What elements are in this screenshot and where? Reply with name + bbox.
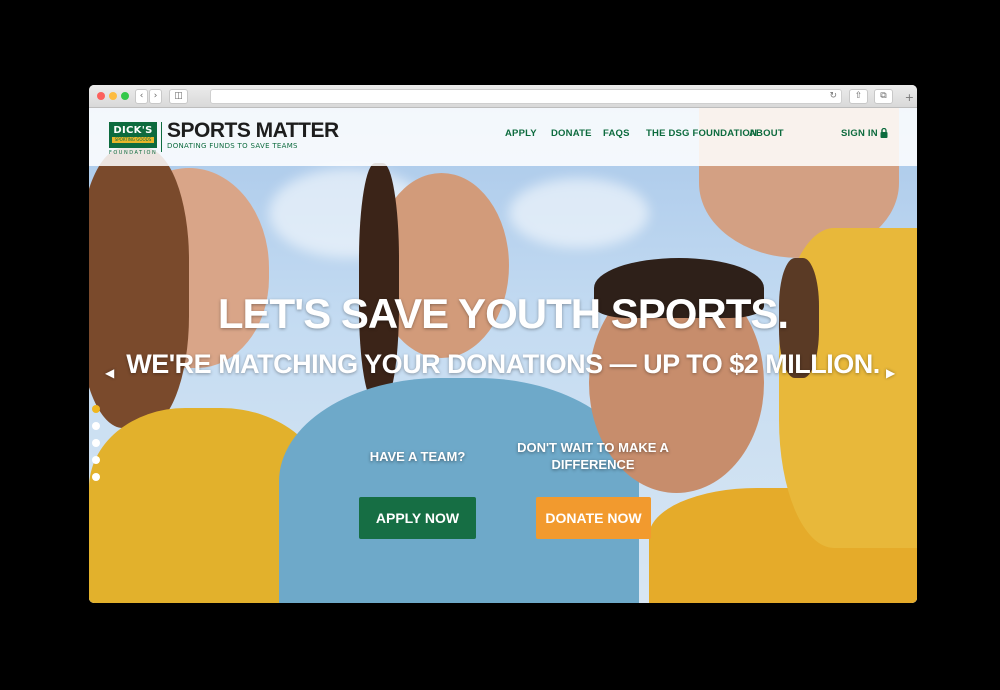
carousel-dot[interactable] bbox=[92, 439, 100, 447]
donate-now-button[interactable]: DONATE NOW bbox=[536, 497, 651, 539]
nav-dsg-foundation[interactable]: THE DSG FOUNDATION bbox=[646, 128, 757, 139]
address-bar[interactable]: ↻ bbox=[210, 89, 842, 104]
forward-icon[interactable]: › bbox=[149, 89, 162, 104]
brand-title[interactable]: SPORTS MATTER bbox=[167, 119, 339, 143]
browser-window: ‹ › ◫ ↻ ⇧ ⧉ + DICK'S SPORTING GOODS FOUN… bbox=[89, 85, 917, 603]
nav-faqs[interactable]: FAQS bbox=[603, 128, 630, 139]
logo-main-text: DICK'S bbox=[113, 125, 153, 136]
carousel-dot[interactable] bbox=[92, 456, 100, 464]
team-label: HAVE A TEAM? bbox=[369, 449, 466, 464]
hero-headline: LET'S SAVE YOUTH SPORTS. bbox=[217, 290, 789, 337]
lock-icon[interactable] bbox=[880, 128, 888, 138]
brand-tagline: DONATING FUNDS TO SAVE TEAMS bbox=[167, 142, 298, 150]
nav-sign-in[interactable]: SIGN IN | bbox=[841, 128, 883, 139]
logo-foundation-text: FOUNDATION bbox=[109, 150, 158, 156]
nav-apply[interactable]: APPLY bbox=[505, 128, 537, 139]
reload-icon[interactable]: ↻ bbox=[829, 90, 837, 103]
dicks-logo[interactable]: DICK'S SPORTING GOODS bbox=[109, 122, 157, 148]
sidebar-icon[interactable]: ◫ bbox=[169, 89, 188, 104]
site-header: DICK'S SPORTING GOODS FOUNDATION SPORTS … bbox=[89, 108, 917, 166]
new-tab-icon[interactable]: + bbox=[905, 91, 914, 104]
back-icon[interactable]: ‹ bbox=[135, 89, 148, 104]
web-page: DICK'S SPORTING GOODS FOUNDATION SPORTS … bbox=[89, 108, 917, 603]
tabs-icon[interactable]: ⧉ bbox=[874, 89, 893, 104]
carousel-dot[interactable] bbox=[92, 473, 100, 481]
logo-sub-text: SPORTING GOODS bbox=[112, 137, 154, 143]
donate-label: DON'T WAIT TO MAKE A DIFFERENCE bbox=[517, 440, 669, 472]
close-window-button[interactable] bbox=[97, 92, 105, 100]
carousel-next-icon[interactable]: ▶ bbox=[886, 366, 895, 380]
nav-about[interactable]: ABOUT bbox=[749, 128, 784, 139]
carousel-dots bbox=[92, 405, 100, 490]
apply-now-button[interactable]: APPLY NOW bbox=[359, 497, 476, 539]
minimize-window-button[interactable] bbox=[109, 92, 117, 100]
hero-subheadline: WE'RE MATCHING YOUR DONATIONS — UP TO $2… bbox=[126, 349, 880, 379]
carousel-dot[interactable] bbox=[92, 422, 100, 430]
carousel-dot[interactable] bbox=[92, 405, 100, 413]
browser-toolbar: ‹ › ◫ ↻ ⇧ ⧉ + bbox=[89, 85, 917, 108]
nav-donate[interactable]: DONATE bbox=[551, 128, 592, 139]
zoom-window-button[interactable] bbox=[121, 92, 129, 100]
carousel-prev-icon[interactable]: ◀ bbox=[105, 366, 114, 380]
share-icon[interactable]: ⇧ bbox=[849, 89, 868, 104]
logo-divider bbox=[161, 122, 162, 152]
